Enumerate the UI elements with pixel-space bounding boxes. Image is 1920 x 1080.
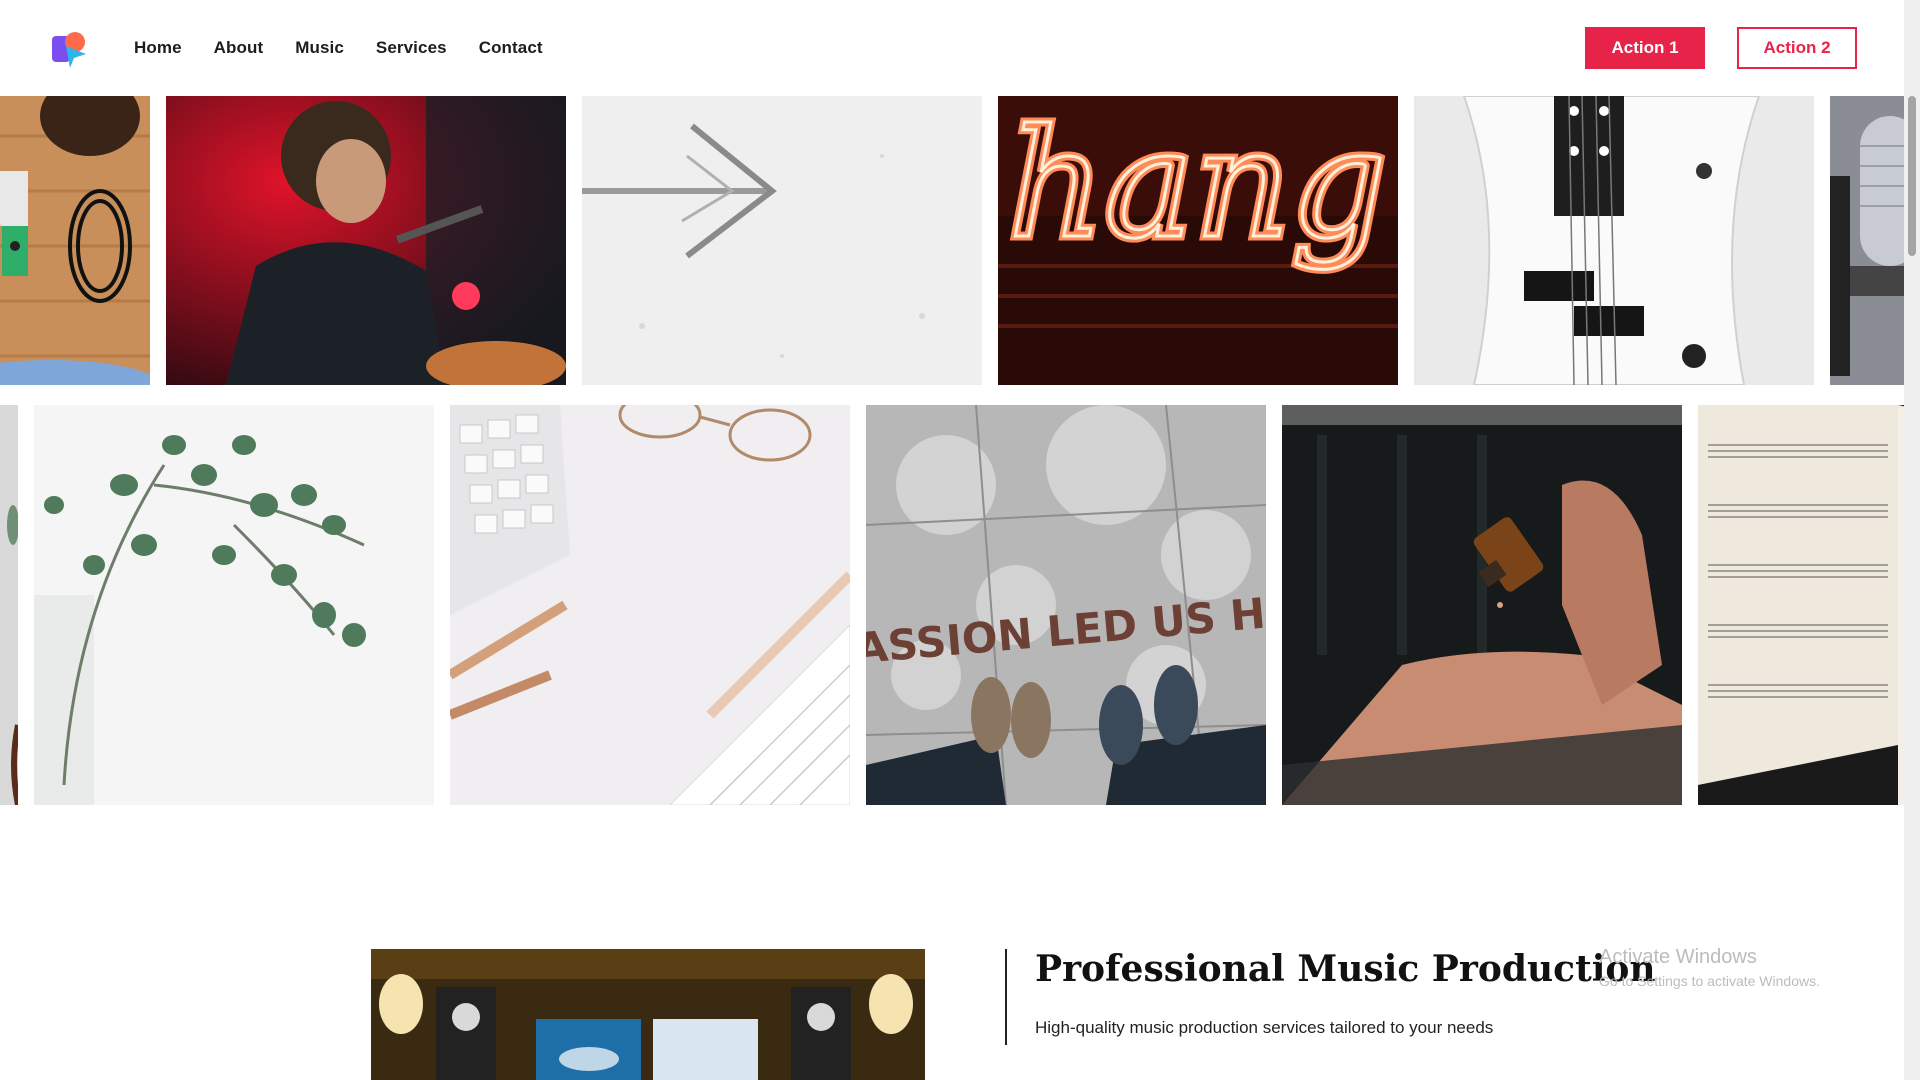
guitar-pedals-photo[interactable]: [0, 96, 150, 385]
hands-bottle-photo[interactable]: [1282, 405, 1682, 805]
neon-sign-photo[interactable]: hang hang: [998, 96, 1398, 385]
plant-edge-photo[interactable]: [0, 405, 18, 805]
neon-sign-glow: hang: [1008, 98, 1387, 272]
scrollbar-thumb[interactable]: [1908, 96, 1916, 256]
action-2-button[interactable]: Action 2: [1737, 27, 1857, 69]
page-viewport: Home About Music Services Contact Action…: [0, 0, 1904, 1080]
watermark-title: Activate Windows: [1599, 946, 1757, 968]
watermark-subtitle: Go to Settings to activate Windows.: [1599, 973, 1820, 989]
gallery-row-2: ASSION LED US HE: [0, 405, 1904, 805]
feature-title: Professional Music Production: [1035, 948, 1656, 990]
gallery-row-1: hang hang: [0, 96, 1904, 385]
sheet-music-piano-photo[interactable]: [1698, 405, 1904, 805]
sidewalk-text-photo[interactable]: ASSION LED US HE: [866, 405, 1266, 805]
nav-music-link[interactable]: Music: [295, 38, 344, 58]
microphone-photo[interactable]: [1830, 96, 1904, 385]
studio-monitors-photo: [371, 949, 925, 1080]
page-scrollbar[interactable]: [1904, 0, 1920, 1080]
bass-guitar-photo[interactable]: [1414, 96, 1814, 385]
windows-activation-watermark: Activate Windows Go to Settings to activ…: [1599, 946, 1820, 989]
nav-about-link[interactable]: About: [214, 38, 264, 58]
arrow-sketch-photo[interactable]: [582, 96, 982, 385]
nav-contact-link[interactable]: Contact: [479, 38, 543, 58]
nav-services-link[interactable]: Services: [376, 38, 447, 58]
eucalyptus-vase-photo[interactable]: [34, 405, 434, 805]
brand-logo-icon[interactable]: [50, 28, 90, 68]
site-header: Home About Music Services Contact Action…: [0, 0, 1904, 96]
action-1-button[interactable]: Action 1: [1585, 27, 1705, 69]
feature-subtitle: High-quality music production services t…: [1035, 1018, 1494, 1037]
singer-guitarist-photo[interactable]: [166, 96, 566, 385]
nav-home-link[interactable]: Home: [134, 38, 182, 58]
feature-divider: [1005, 949, 1007, 1045]
main-nav: Home About Music Services Contact: [134, 0, 543, 96]
desk-keyboard-pen-photo[interactable]: [450, 405, 850, 805]
